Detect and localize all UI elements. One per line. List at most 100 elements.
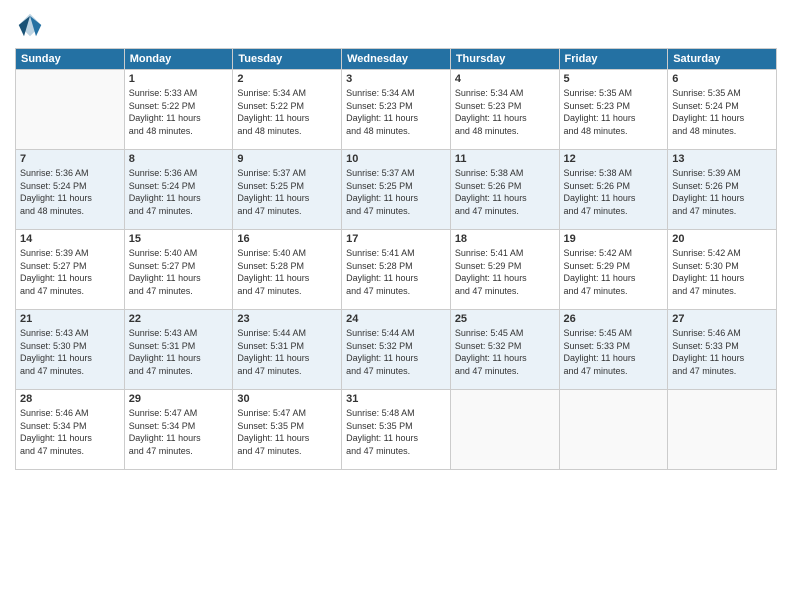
day-info: Sunrise: 5:39 AM Sunset: 5:26 PM Dayligh… (672, 167, 772, 217)
day-info: Sunrise: 5:34 AM Sunset: 5:23 PM Dayligh… (455, 87, 555, 137)
day-number: 10 (346, 153, 446, 165)
day-info: Sunrise: 5:44 AM Sunset: 5:32 PM Dayligh… (346, 327, 446, 377)
day-info: Sunrise: 5:36 AM Sunset: 5:24 PM Dayligh… (20, 167, 120, 217)
calendar-cell: 20Sunrise: 5:42 AM Sunset: 5:30 PM Dayli… (668, 230, 777, 310)
calendar-cell (450, 390, 559, 470)
calendar-cell: 9Sunrise: 5:37 AM Sunset: 5:25 PM Daylig… (233, 150, 342, 230)
col-header-tuesday: Tuesday (233, 49, 342, 70)
calendar-cell: 14 Sunrise: 5:39 AM Sunset: 5:27 PM Dayli… (16, 230, 125, 310)
calendar-cell: 18 Sunrise: 5:41 AM Sunset: 5:29 PM Dayli… (450, 230, 559, 310)
page: SundayMondayTuesdayWednesdayThursdayFrid… (0, 0, 792, 612)
day-number: 27 (672, 313, 772, 325)
day-info: Sunrise: 5:45 AM Sunset: 5:32 PM Dayligh… (455, 327, 555, 377)
day-info: Sunrise: 5:40 AM Sunset: 5:28 PM Dayligh… (237, 247, 337, 297)
week-row-5: 28Sunrise: 5:46 AM Sunset: 5:34 PM Dayli… (16, 390, 777, 470)
day-info: Sunrise: 5:41 AM Sunset: 5:28 PM Dayligh… (346, 247, 446, 297)
day-number: 22 (129, 313, 229, 325)
day-info: Sunrise: 5:38 AM Sunset: 5:26 PM Dayligh… (455, 167, 555, 217)
day-number: 1 (129, 73, 229, 85)
col-header-monday: Monday (124, 49, 233, 70)
calendar-cell: 3 Sunrise: 5:34 AM Sunset: 5:23 PM Daylig… (342, 70, 451, 150)
calendar-cell: 23Sunrise: 5:44 AM Sunset: 5:31 PM Dayli… (233, 310, 342, 390)
calendar-cell: 24 Sunrise: 5:44 AM Sunset: 5:32 PM Dayli… (342, 310, 451, 390)
logo-icon (15, 10, 45, 40)
calendar-cell: 5Sunrise: 5:35 AM Sunset: 5:23 PM Daylig… (559, 70, 668, 150)
col-header-thursday: Thursday (450, 49, 559, 70)
calendar-cell: 8 Sunrise: 5:36 AM Sunset: 5:24 PM Daylig… (124, 150, 233, 230)
day-number: 8 (129, 153, 229, 165)
calendar-cell: 17 Sunrise: 5:41 AM Sunset: 5:28 PM Dayli… (342, 230, 451, 310)
calendar-cell: 11 Sunrise: 5:38 AM Sunset: 5:26 PM Dayli… (450, 150, 559, 230)
day-info: Sunrise: 5:33 AM Sunset: 5:22 PM Dayligh… (129, 87, 229, 137)
calendar-cell: 2 Sunrise: 5:34 AM Sunset: 5:22 PM Daylig… (233, 70, 342, 150)
col-header-sunday: Sunday (16, 49, 125, 70)
col-header-friday: Friday (559, 49, 668, 70)
day-number: 25 (455, 313, 555, 325)
day-number: 5 (564, 73, 664, 85)
day-info: Sunrise: 5:46 AM Sunset: 5:33 PM Dayligh… (672, 327, 772, 377)
day-number: 6 (672, 73, 772, 85)
day-number: 21 (20, 313, 120, 325)
header-row: SundayMondayTuesdayWednesdayThursdayFrid… (16, 49, 777, 70)
day-info: Sunrise: 5:39 AM Sunset: 5:27 PM Dayligh… (20, 247, 120, 297)
day-number: 7 (20, 153, 120, 165)
calendar-cell: 25 Sunrise: 5:45 AM Sunset: 5:32 PM Dayli… (450, 310, 559, 390)
calendar-cell: 4Sunrise: 5:34 AM Sunset: 5:23 PM Daylig… (450, 70, 559, 150)
day-info: Sunrise: 5:44 AM Sunset: 5:31 PM Dayligh… (237, 327, 337, 377)
calendar-cell: 26 Sunrise: 5:45 AM Sunset: 5:33 PM Dayli… (559, 310, 668, 390)
day-number: 15 (129, 233, 229, 245)
calendar-cell: 22 Sunrise: 5:43 AM Sunset: 5:31 PM Dayli… (124, 310, 233, 390)
day-number: 31 (346, 393, 446, 405)
day-number: 11 (455, 153, 555, 165)
day-number: 2 (237, 73, 337, 85)
day-number: 18 (455, 233, 555, 245)
calendar-cell: 10 Sunrise: 5:37 AM Sunset: 5:25 PM Dayli… (342, 150, 451, 230)
week-row-1: 1 Sunrise: 5:33 AM Sunset: 5:22 PM Daylig… (16, 70, 777, 150)
calendar-cell (16, 70, 125, 150)
col-header-saturday: Saturday (668, 49, 777, 70)
calendar-cell: 6 Sunrise: 5:35 AM Sunset: 5:24 PM Daylig… (668, 70, 777, 150)
week-row-2: 7 Sunrise: 5:36 AM Sunset: 5:24 PM Daylig… (16, 150, 777, 230)
calendar-cell (559, 390, 668, 470)
day-number: 3 (346, 73, 446, 85)
day-number: 24 (346, 313, 446, 325)
day-number: 14 (20, 233, 120, 245)
day-info: Sunrise: 5:47 AM Sunset: 5:35 PM Dayligh… (237, 407, 337, 457)
day-info: Sunrise: 5:43 AM Sunset: 5:30 PM Dayligh… (20, 327, 120, 377)
week-row-4: 21 Sunrise: 5:43 AM Sunset: 5:30 PM Dayli… (16, 310, 777, 390)
day-number: 9 (237, 153, 337, 165)
calendar-cell: 12Sunrise: 5:38 AM Sunset: 5:26 PM Dayli… (559, 150, 668, 230)
logo (15, 10, 49, 40)
day-info: Sunrise: 5:43 AM Sunset: 5:31 PM Dayligh… (129, 327, 229, 377)
calendar-cell: 28Sunrise: 5:46 AM Sunset: 5:34 PM Dayli… (16, 390, 125, 470)
day-info: Sunrise: 5:45 AM Sunset: 5:33 PM Dayligh… (564, 327, 664, 377)
day-number: 17 (346, 233, 446, 245)
day-info: Sunrise: 5:41 AM Sunset: 5:29 PM Dayligh… (455, 247, 555, 297)
day-info: Sunrise: 5:48 AM Sunset: 5:35 PM Dayligh… (346, 407, 446, 457)
day-number: 20 (672, 233, 772, 245)
day-number: 26 (564, 313, 664, 325)
day-info: Sunrise: 5:34 AM Sunset: 5:23 PM Dayligh… (346, 87, 446, 137)
calendar-cell: 30Sunrise: 5:47 AM Sunset: 5:35 PM Dayli… (233, 390, 342, 470)
calendar-cell: 19 Sunrise: 5:42 AM Sunset: 5:29 PM Dayli… (559, 230, 668, 310)
day-info: Sunrise: 5:42 AM Sunset: 5:29 PM Dayligh… (564, 247, 664, 297)
day-info: Sunrise: 5:40 AM Sunset: 5:27 PM Dayligh… (129, 247, 229, 297)
day-info: Sunrise: 5:47 AM Sunset: 5:34 PM Dayligh… (129, 407, 229, 457)
calendar-cell: 29 Sunrise: 5:47 AM Sunset: 5:34 PM Dayli… (124, 390, 233, 470)
day-info: Sunrise: 5:35 AM Sunset: 5:24 PM Dayligh… (672, 87, 772, 137)
day-number: 12 (564, 153, 664, 165)
col-header-wednesday: Wednesday (342, 49, 451, 70)
day-info: Sunrise: 5:46 AM Sunset: 5:34 PM Dayligh… (20, 407, 120, 457)
calendar-cell: 13Sunrise: 5:39 AM Sunset: 5:26 PM Dayli… (668, 150, 777, 230)
calendar: SundayMondayTuesdayWednesdayThursdayFrid… (15, 48, 777, 470)
day-number: 16 (237, 233, 337, 245)
day-number: 19 (564, 233, 664, 245)
header (15, 10, 777, 40)
calendar-cell: 21 Sunrise: 5:43 AM Sunset: 5:30 PM Dayli… (16, 310, 125, 390)
day-info: Sunrise: 5:34 AM Sunset: 5:22 PM Dayligh… (237, 87, 337, 137)
calendar-cell: 27 Sunrise: 5:46 AM Sunset: 5:33 PM Dayli… (668, 310, 777, 390)
day-info: Sunrise: 5:37 AM Sunset: 5:25 PM Dayligh… (346, 167, 446, 217)
calendar-cell: 31 Sunrise: 5:48 AM Sunset: 5:35 PM Dayli… (342, 390, 451, 470)
day-info: Sunrise: 5:36 AM Sunset: 5:24 PM Dayligh… (129, 167, 229, 217)
day-number: 29 (129, 393, 229, 405)
